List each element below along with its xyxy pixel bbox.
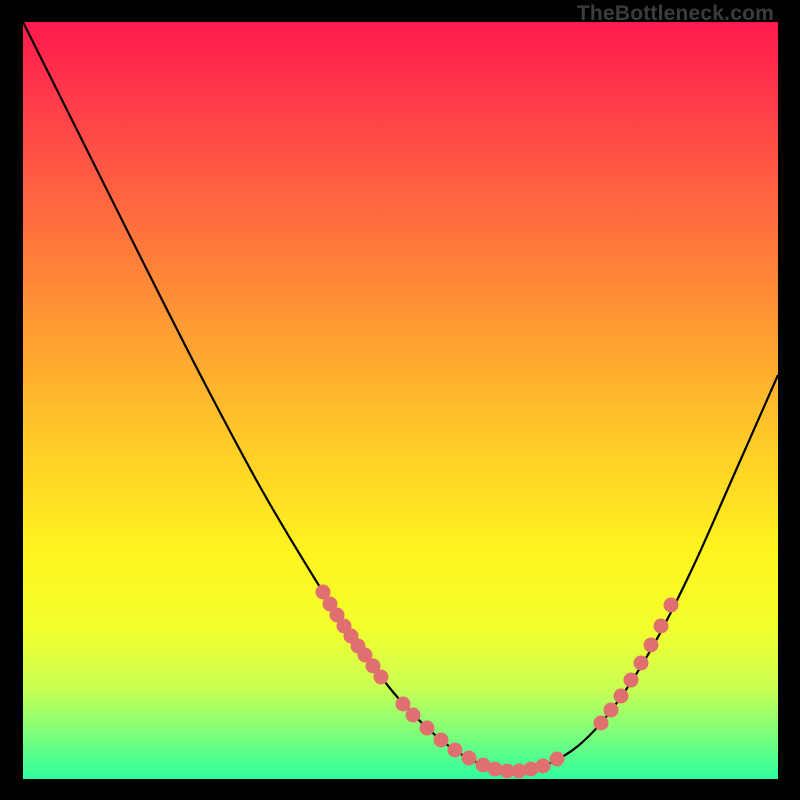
chart-plot-area (23, 22, 778, 779)
curve-marker (536, 759, 551, 774)
curve-marker (420, 721, 435, 736)
chart-svg (23, 22, 778, 779)
bottleneck-curve (23, 22, 778, 772)
curve-marker (634, 656, 649, 671)
curve-marker (604, 703, 619, 718)
curve-marker (434, 733, 449, 748)
curve-marker (654, 619, 669, 634)
curve-marker (550, 752, 565, 767)
chart-frame: TheBottleneck.com (0, 0, 800, 800)
curve-marker (614, 689, 629, 704)
watermark-text: TheBottleneck.com (577, 2, 774, 26)
curve-marker (462, 751, 477, 766)
curve-marker (644, 638, 659, 653)
curve-marker (664, 598, 679, 613)
curve-marker (374, 670, 389, 685)
curve-marker (406, 708, 421, 723)
curve-marker (594, 716, 609, 731)
curve-marker (624, 673, 639, 688)
curve-markers (316, 585, 679, 779)
curve-marker (448, 743, 463, 758)
